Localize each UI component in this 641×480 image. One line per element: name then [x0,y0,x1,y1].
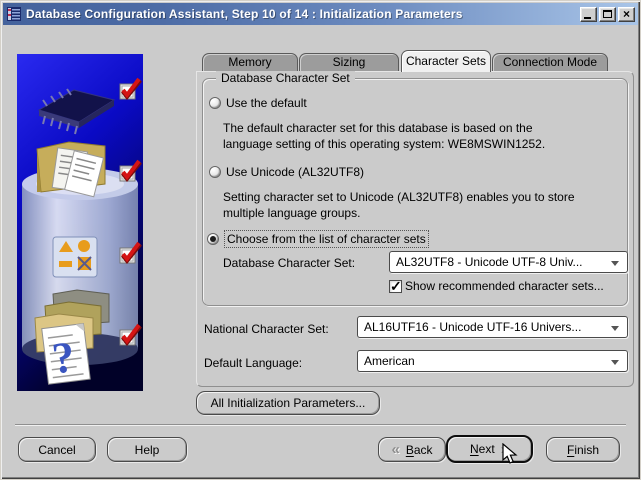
national-charset-label: National Character Set: [204,322,329,336]
help-label: Help [135,443,160,457]
tab-memory[interactable]: Memory [202,53,298,72]
show-recommended-label: Show recommended character sets... [405,279,604,293]
maximize-icon [603,10,612,18]
radio-use-default-label: Use the default [226,96,307,110]
tab-sizing[interactable]: Sizing [299,53,399,72]
cancel-button[interactable]: Cancel [18,437,96,462]
use-default-description: The default character set for this datab… [223,120,633,152]
db-charset-value: AL32UTF8 - Unicode UTF-8 Univ... [396,255,583,269]
dialog-window: Database Configuration Assistant, Step 1… [0,0,641,480]
finish-label: Finish [567,443,599,457]
titlebar[interactable]: Database Configuration Assistant, Step 1… [3,3,638,25]
help-button[interactable]: Help [107,437,187,462]
back-chevron-icon: « [391,442,399,457]
show-recommended-checkbox[interactable]: Show recommended character sets... [389,279,604,293]
all-init-params-button[interactable]: All Initialization Parameters... [196,391,380,415]
maximize-button[interactable] [599,7,616,22]
minimize-button[interactable] [580,7,597,22]
back-button[interactable]: « Back [378,437,446,462]
radio-choose-list-label: Choose from the list of character sets [224,230,429,248]
wizard-sidebar-graphic: ? [17,54,143,391]
checkbox-icon[interactable] [389,280,402,293]
radio-icon[interactable] [207,233,219,245]
next-label: Next [470,442,495,456]
app-icon [6,6,22,22]
national-charset-select[interactable]: AL16UTF16 - Unicode UTF-16 Univers... [357,316,628,338]
default-language-select[interactable]: American [357,350,628,372]
radio-choose-list[interactable]: Choose from the list of character sets [207,230,429,248]
close-icon: × [619,7,634,22]
radio-icon[interactable] [209,97,221,109]
minimize-icon [584,17,591,19]
radio-use-unicode-label: Use Unicode (AL32UTF8) [226,165,364,179]
tab-character-sets[interactable]: Character Sets [401,50,491,72]
finish-button[interactable]: Finish [546,437,620,462]
default-language-value: American [364,354,415,368]
groupbox-title: Database Character Set [216,71,355,85]
footer-separator [15,424,626,426]
radio-use-default[interactable]: Use the default [209,96,307,110]
use-unicode-description: Setting character set to Unicode (AL32UT… [223,189,641,221]
cancel-label: Cancel [38,443,75,457]
default-language-label: Default Language: [204,356,302,370]
mouse-cursor [501,443,521,465]
db-charset-select[interactable]: AL32UTF8 - Unicode UTF-8 Univ... [389,251,628,273]
close-button[interactable]: × [618,7,635,22]
tab-connection-mode[interactable]: Connection Mode [492,53,608,72]
window-title: Database Configuration Assistant, Step 1… [26,7,578,21]
db-charset-label: Database Character Set: [223,256,355,270]
all-init-params-label: All Initialization Parameters... [211,396,366,410]
back-label: Back [406,443,433,457]
radio-use-unicode[interactable]: Use Unicode (AL32UTF8) [209,165,364,179]
national-charset-value: AL16UTF16 - Unicode UTF-16 Univers... [364,320,581,334]
radio-icon[interactable] [209,166,221,178]
